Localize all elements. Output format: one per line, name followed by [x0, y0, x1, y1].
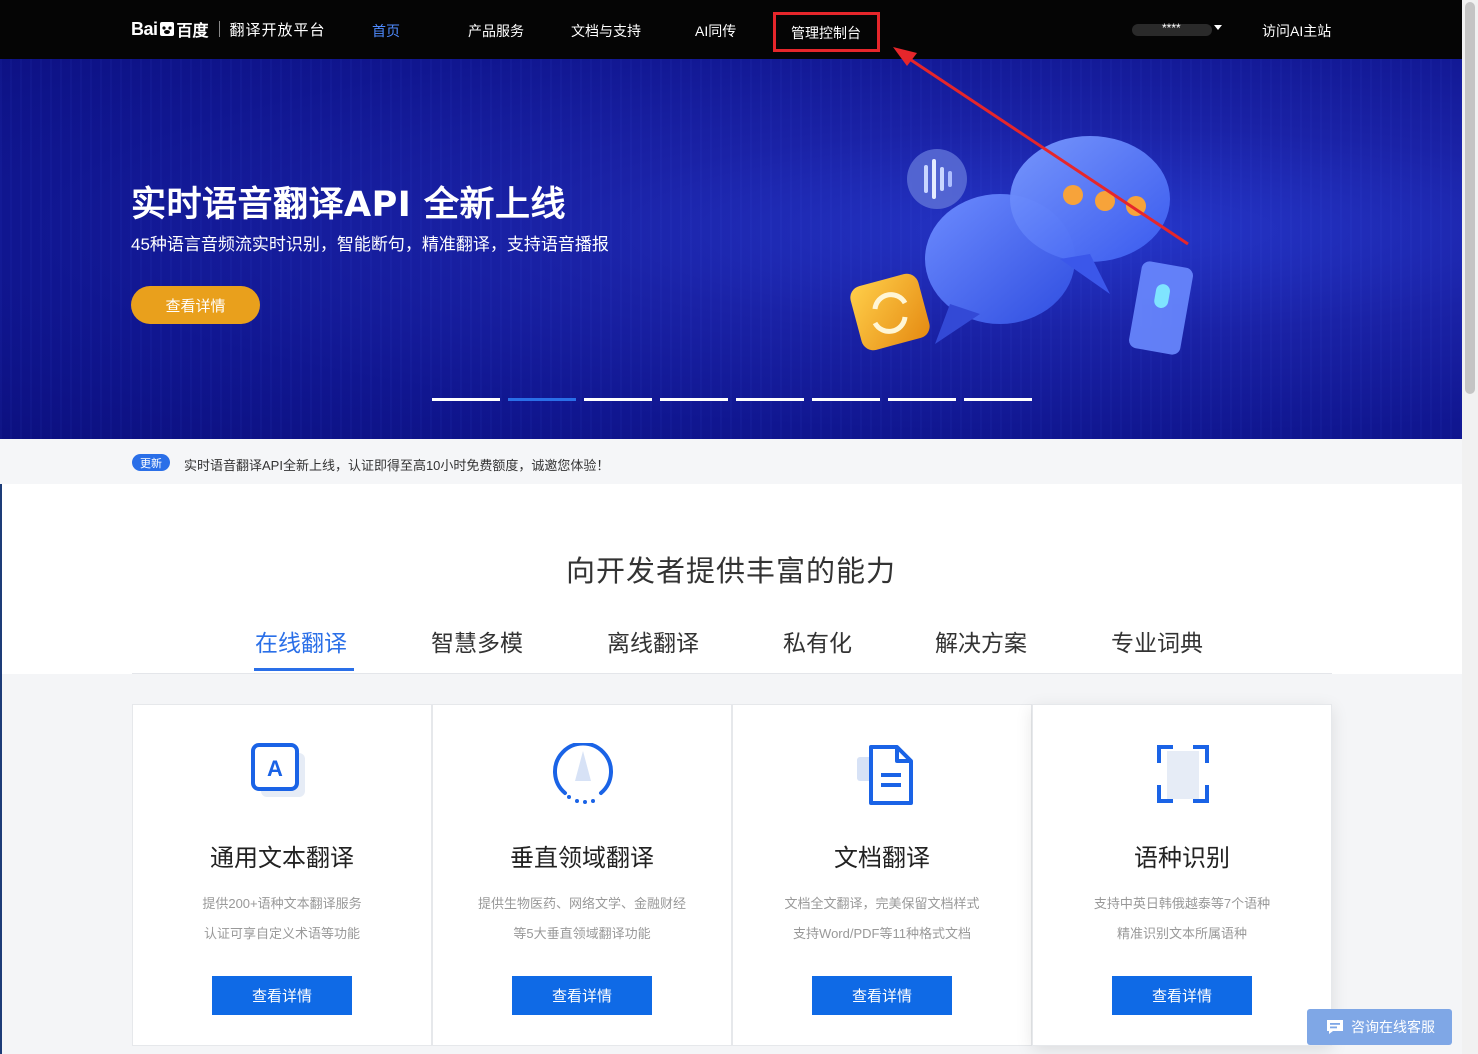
- carousel-indicators: [432, 398, 1032, 401]
- nav-console[interactable]: 管理控制台: [791, 23, 861, 43]
- nav-ai-interpret[interactable]: AI同传: [695, 21, 736, 41]
- document-translate-icon: [857, 745, 913, 805]
- baidu-logo[interactable]: Bai 百度 翻译开放平台: [131, 14, 326, 44]
- card-title: 通用文本翻译: [210, 845, 354, 872]
- nav-products[interactable]: 产品服务: [468, 21, 524, 41]
- svg-text:A: A: [267, 756, 283, 781]
- card-title: 语种识别: [1134, 845, 1230, 872]
- logo-divider: [218, 21, 220, 37]
- card-domain-translation: 垂直领域翻译 提供生物医药、网络文学、金融财经 等5大垂直领域翻译功能 查看详情: [432, 704, 732, 1046]
- nav-console-highlight[interactable]: 管理控制台: [773, 12, 880, 52]
- card-details-button[interactable]: 查看详情: [1112, 976, 1252, 1015]
- carousel-dot[interactable]: [584, 398, 652, 401]
- logo-bai-text: Bai: [131, 18, 158, 39]
- card-desc-line1: 支持中英日韩俄越泰等7个语种: [1093, 896, 1271, 911]
- carousel-dot[interactable]: [660, 398, 728, 401]
- chat-icon: [1327, 1020, 1343, 1034]
- tab-private-deploy[interactable]: 私有化: [783, 624, 852, 658]
- section-title: 向开发者提供丰富的能力: [565, 556, 896, 588]
- carousel-dot[interactable]: [432, 398, 500, 401]
- card-details-button[interactable]: 查看详情: [512, 976, 652, 1015]
- platform-title: 翻译开放平台: [229, 21, 326, 39]
- tabs-divider: [132, 673, 1332, 674]
- language-detect-icon: [1157, 745, 1209, 803]
- carousel-dot[interactable]: [964, 398, 1032, 401]
- banner-subtitle: 45种语言音频流实时识别，智能断句，精准翻译，支持语音播报: [131, 235, 609, 254]
- tab-dictionary[interactable]: 专业词典: [1111, 624, 1203, 658]
- active-tab-underline: [254, 668, 354, 671]
- carousel-dot[interactable]: [812, 398, 880, 401]
- tab-online-translation[interactable]: 在线翻译: [255, 624, 347, 658]
- text-translate-icon: A: [251, 743, 305, 797]
- update-badge: 更新: [132, 454, 170, 471]
- online-service-label: 咨询在线客服: [1351, 1019, 1435, 1035]
- banner-title: 实时语音翻译API 全新上线: [131, 185, 566, 225]
- caret-down-icon[interactable]: [1214, 25, 1222, 30]
- card-desc-line2: 认证可享自定义术语等功能: [203, 926, 360, 941]
- logo-cn-text: 百度: [176, 21, 209, 40]
- carousel-dot[interactable]: [888, 398, 956, 401]
- card-desc-line1: 提供生物医药、网络文学、金融财经: [477, 896, 686, 911]
- domain-translate-icon: [553, 743, 613, 804]
- online-service-button[interactable]: 咨询在线客服: [1307, 1009, 1452, 1045]
- carousel-dot-active[interactable]: [508, 398, 576, 401]
- paw-icon: [159, 20, 175, 38]
- nav-home[interactable]: 首页: [372, 21, 400, 41]
- capabilities-section: 向开发者提供丰富的能力 在线翻译 智慧多模 离线翻译 私有化 解决方案 专业词典: [0, 484, 1462, 674]
- top-navigation-bar: Bai 百度 翻译开放平台 首页 产品服务 文档与支持 AI同传 管理控制台 *…: [0, 0, 1462, 59]
- update-notice-bar: 更新 实时语音翻译API全新上线，认证即得至高10小时免费额度，诚邀您体验！: [0, 439, 1462, 484]
- update-notice-text[interactable]: 实时语音翻译API全新上线，认证即得至高10小时免费额度，诚邀您体验！: [184, 455, 609, 474]
- page-scrollbar[interactable]: [1462, 0, 1478, 1054]
- tab-solutions[interactable]: 解决方案: [935, 624, 1027, 658]
- card-desc-line1: 文档全文翻译，完美保留文档样式: [784, 896, 980, 911]
- scrollbar-thumb[interactable]: [1465, 2, 1475, 394]
- card-details-button[interactable]: 查看详情: [212, 976, 352, 1015]
- speech-bubbles-illustration: [850, 136, 1193, 355]
- user-name[interactable]: ****: [1162, 21, 1181, 35]
- visit-ai-link[interactable]: 访问AI主站: [1262, 21, 1331, 41]
- left-edge-strip: [0, 484, 2, 1054]
- tab-offline-translation[interactable]: 离线翻译: [607, 624, 699, 658]
- card-language-detection: 语种识别 支持中英日韩俄越泰等7个语种 精准识别文本所属语种 查看详情: [1032, 704, 1332, 1046]
- card-desc-line2: 等5大垂直领域翻译功能: [513, 926, 651, 941]
- card-text-translation: A 通用文本翻译 提供200+语种文本翻译服务 认证可享自定义术语等功能 查看详…: [132, 704, 432, 1046]
- card-desc-line2: 精准识别文本所属语种: [1116, 926, 1247, 941]
- carousel-dot[interactable]: [736, 398, 804, 401]
- card-desc-line1: 提供200+语种文本翻译服务: [202, 896, 362, 911]
- banner-details-button[interactable]: 查看详情: [131, 286, 260, 324]
- card-title: 文档翻译: [834, 845, 930, 872]
- tab-multimodal[interactable]: 智慧多模: [431, 624, 523, 658]
- nav-docs[interactable]: 文档与支持: [571, 21, 641, 41]
- card-details-button[interactable]: 查看详情: [812, 976, 952, 1015]
- hero-banner: 实时语音翻译API 全新上线 45种语言音频流实时识别，智能断句，精准翻译，支持…: [0, 59, 1462, 439]
- card-desc-line2: 支持Word/PDF等11种格式文档: [793, 926, 971, 941]
- card-title: 垂直领域翻译: [510, 845, 654, 872]
- card-document-translation: 文档翻译 文档全文翻译，完美保留文档样式 支持Word/PDF等11种格式文档 …: [732, 704, 1032, 1046]
